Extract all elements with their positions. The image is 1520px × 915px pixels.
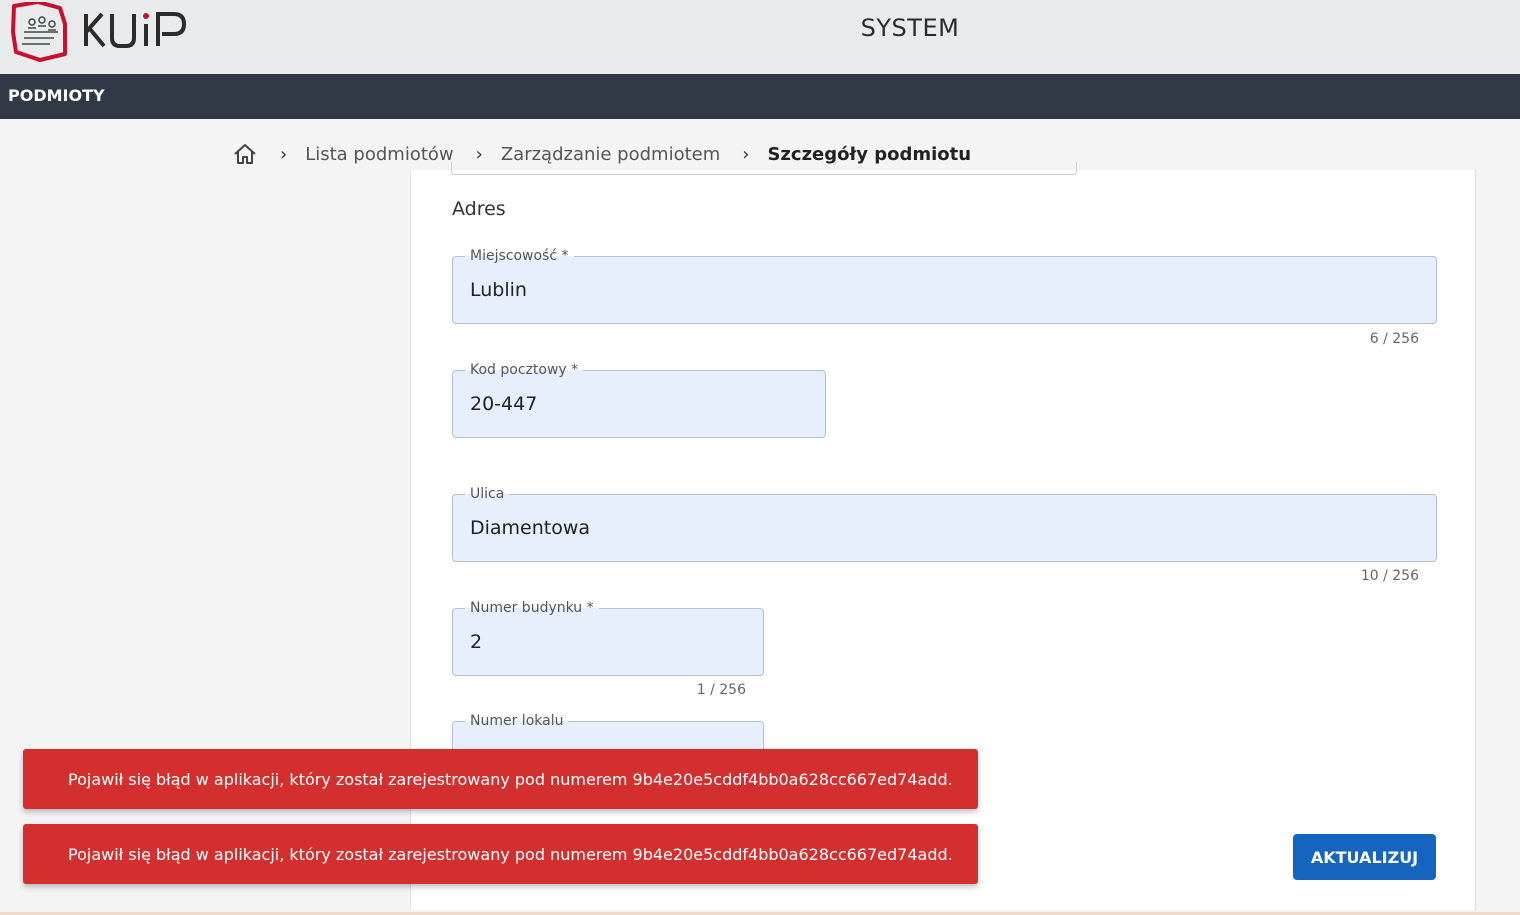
error-toast[interactable]: Pojawił się błąd w aplikacji, który zost… <box>23 749 978 809</box>
building-number-label: Numer budynku * <box>465 598 599 618</box>
error-toast-message: Pojawił się błąd w aplikacji, który zost… <box>68 769 953 789</box>
unit-number-label: Numer lokalu <box>465 711 569 731</box>
app-header: SYSTEM <box>0 0 1520 74</box>
city-value: Lublin <box>470 279 527 301</box>
system-title: SYSTEM <box>860 14 960 42</box>
building-number-field[interactable]: Numer budynku * 2 <box>452 598 764 676</box>
chevron-right-icon: › <box>280 143 288 165</box>
error-toast[interactable]: Pojawił się błąd w aplikacji, który zost… <box>23 824 978 884</box>
error-toast-message: Pojawił się błąd w aplikacji, który zost… <box>68 844 953 864</box>
street-field[interactable]: Ulica Diamentowa <box>452 484 1437 562</box>
breadcrumb-lista-podmiotow[interactable]: Lista podmiotów <box>305 144 453 165</box>
postal-code-field[interactable]: Kod pocztowy * 20-447 <box>452 360 826 438</box>
building-number-char-counter: 1 / 256 <box>696 682 746 698</box>
city-field[interactable]: Miejscowość * Lublin <box>452 246 1437 324</box>
address-section-title: Adres <box>452 198 506 220</box>
previous-field-edge <box>451 162 1077 175</box>
street-value: Diamentowa <box>470 517 591 539</box>
street-char-counter: 10 / 256 <box>1360 568 1419 584</box>
main-navbar: PODMIOTY <box>0 74 1520 119</box>
building-number-value: 2 <box>470 631 483 653</box>
city-char-counter: 6 / 256 <box>1369 331 1419 347</box>
home-icon[interactable] <box>232 142 258 166</box>
postal-code-value: 20-447 <box>470 393 538 415</box>
update-button[interactable]: AKTUALIZUJ <box>1293 834 1436 880</box>
nav-item-podmioty[interactable]: PODMIOTY <box>8 86 105 105</box>
